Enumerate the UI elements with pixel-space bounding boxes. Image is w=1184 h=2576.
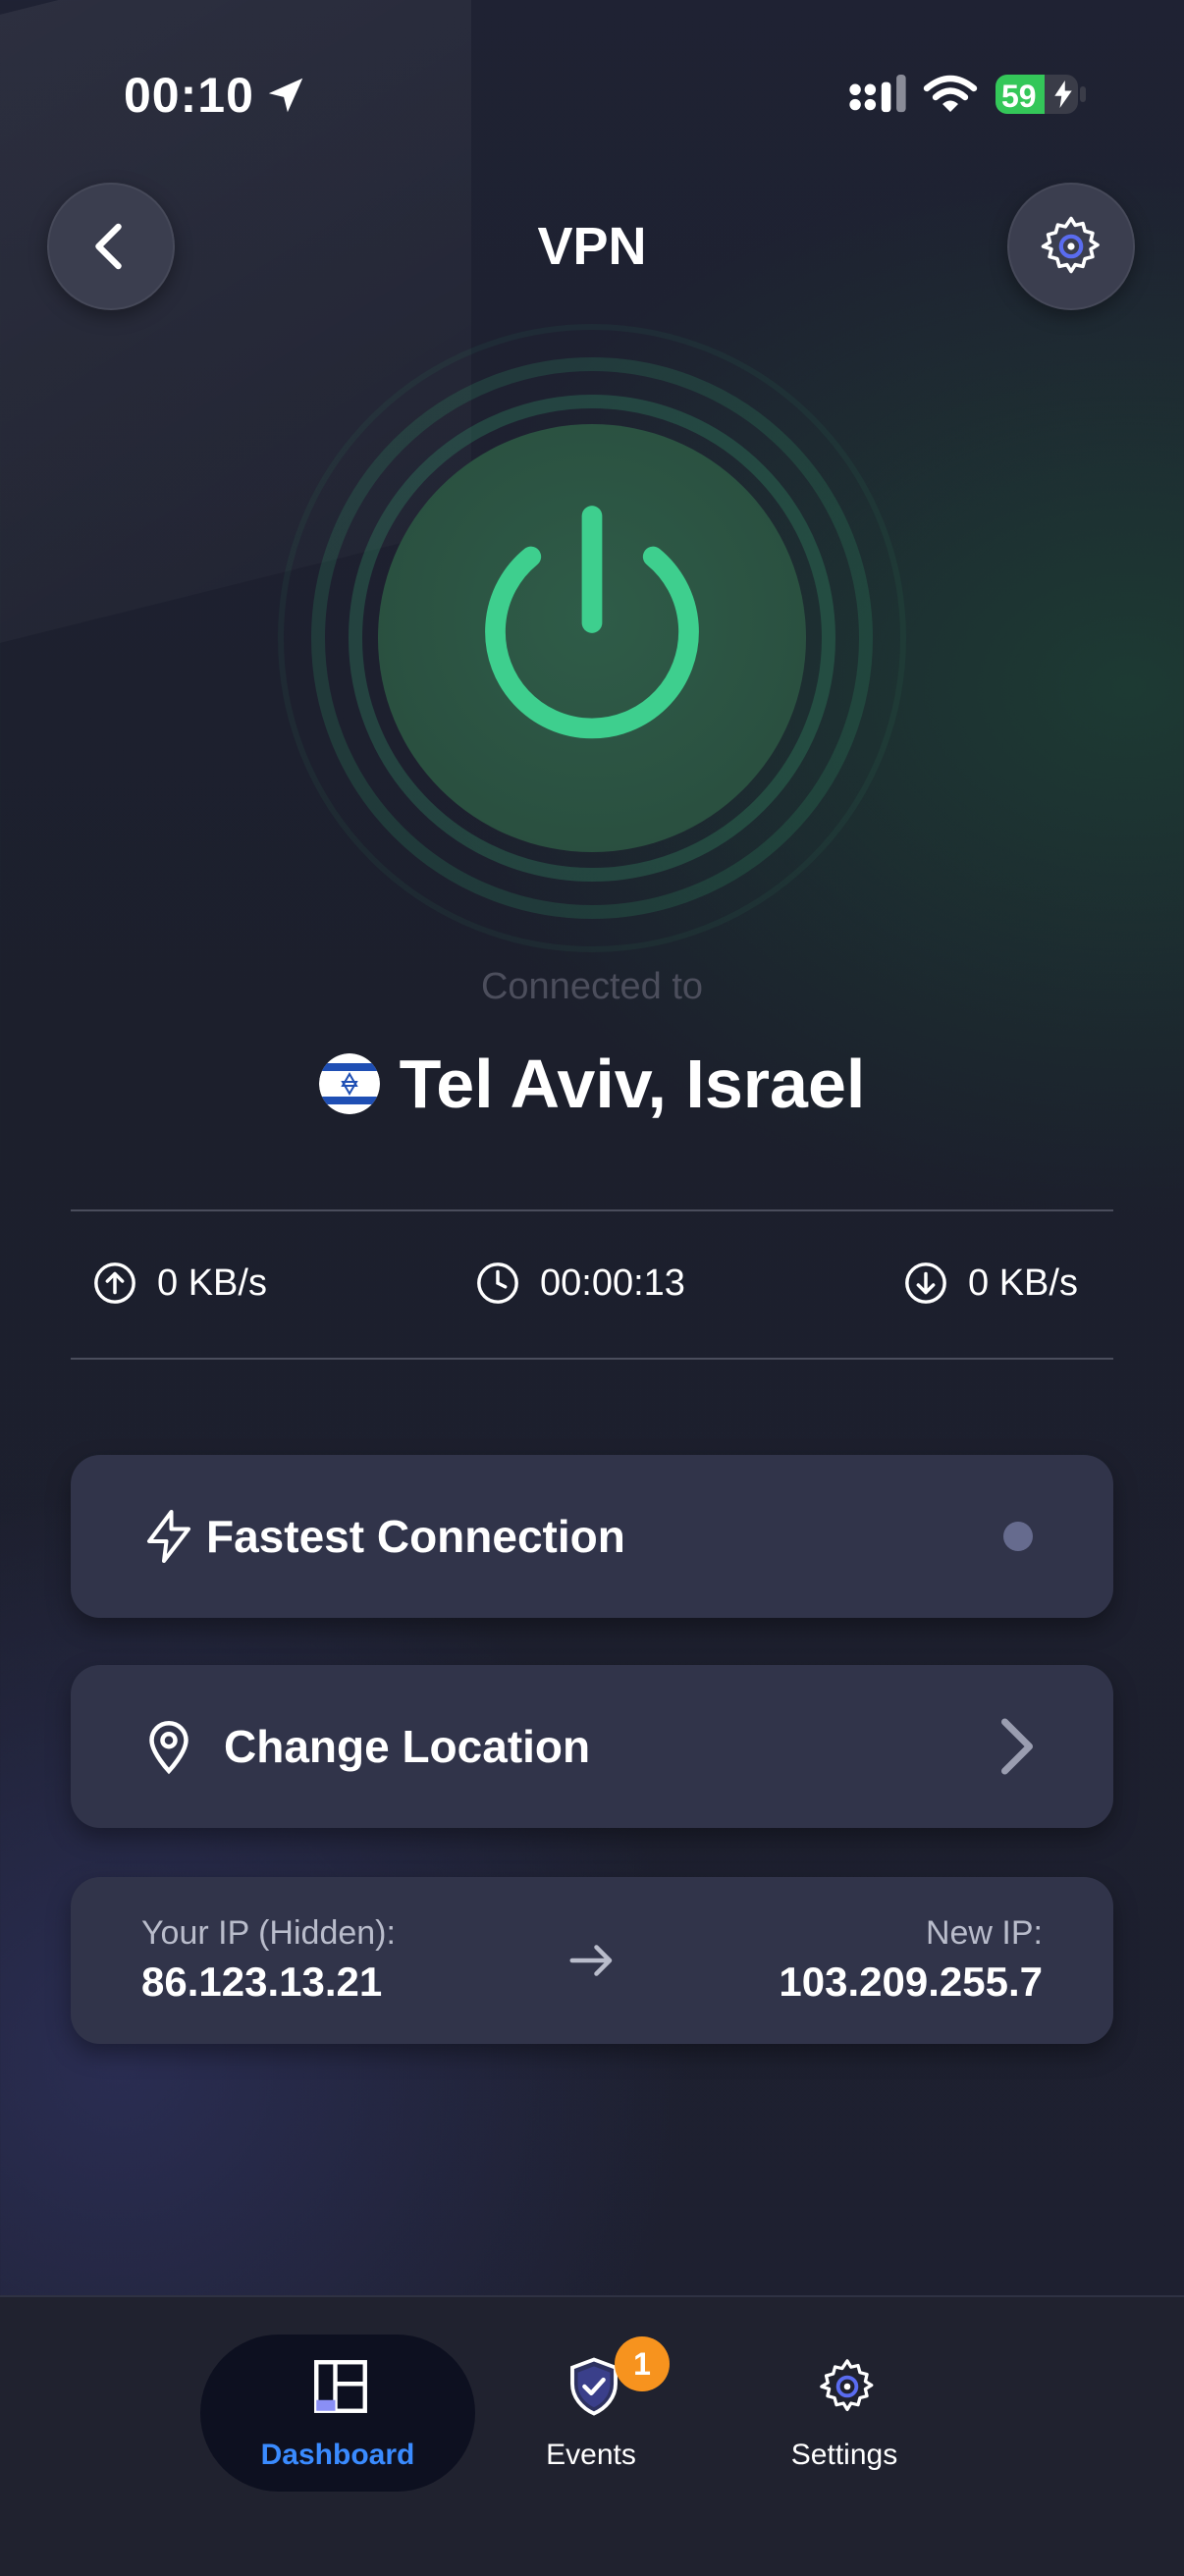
- upload-icon: [94, 1262, 135, 1304]
- fastest-connection-button[interactable]: Fastest Connection: [71, 1455, 1113, 1618]
- settings-gear-icon: [820, 2359, 874, 2412]
- nav-dashboard[interactable]: Dashboard: [200, 2334, 475, 2492]
- battery-level: 59: [1001, 79, 1037, 114]
- chevron-right-icon: [1001, 1718, 1033, 1775]
- vpn-settings-button[interactable]: [1007, 183, 1135, 310]
- change-location-button[interactable]: Change Location: [71, 1665, 1113, 1828]
- divider: [71, 1209, 1113, 1211]
- nav-settings[interactable]: Settings: [707, 2334, 982, 2492]
- signal-icon: [849, 75, 906, 113]
- current-location: Tel Aviv, Israel: [0, 1045, 1184, 1123]
- gear-icon: [1041, 216, 1100, 274]
- fastest-connection-label: Fastest Connection: [206, 1511, 625, 1562]
- change-location-label: Change Location: [224, 1721, 591, 1772]
- nav-settings-label: Settings: [790, 2439, 898, 2471]
- nav-dashboard-label: Dashboard: [260, 2439, 415, 2471]
- battery-icon: 59: [996, 75, 1078, 114]
- nav-events-label: Events: [546, 2439, 636, 2471]
- upload-speed-value: 0 KB/s: [157, 1261, 267, 1304]
- power-control: [278, 324, 906, 952]
- new-ip-label: New IP:: [925, 1914, 1043, 1952]
- current-ip-label: Your IP (Hidden):: [141, 1914, 396, 1952]
- new-ip: New IP: 103.209.255.7: [779, 1914, 1043, 2006]
- status-time: 00:10: [124, 68, 254, 123]
- status-bar: 00:10 59: [0, 0, 1184, 187]
- clock-icon: [477, 1262, 518, 1304]
- location-pin-icon: [149, 1721, 188, 1775]
- israel-flag-icon: [318, 1053, 380, 1114]
- power-button[interactable]: [378, 424, 806, 852]
- fastest-connection-toggle[interactable]: [1003, 1522, 1033, 1551]
- new-ip-value: 103.209.255.7: [779, 1959, 1043, 2005]
- connection-duration: 00:00:13: [475, 1261, 685, 1306]
- divider: [71, 1358, 1113, 1360]
- events-badge: 1: [615, 2336, 670, 2391]
- battery-nub: [1080, 86, 1086, 102]
- dashboard-icon: [314, 2360, 367, 2413]
- download-speed-value: 0 KB/s: [968, 1261, 1078, 1304]
- download-speed: 0 KB/s: [903, 1261, 1078, 1306]
- wifi-icon: [923, 75, 978, 112]
- upload-speed: 0 KB/s: [92, 1261, 267, 1306]
- connection-duration-value: 00:00:13: [540, 1261, 685, 1304]
- power-icon: [485, 506, 699, 739]
- current-ip-value: 86.123.13.21: [141, 1959, 383, 2005]
- connected-label: Connected to: [480, 966, 704, 1007]
- download-icon: [905, 1262, 946, 1304]
- bottom-nav: Dashboard 1 Events Settings: [0, 2295, 1184, 2576]
- current-ip: Your IP (Hidden): 86.123.13.21: [141, 1914, 396, 2006]
- arrow-right-icon: [569, 1945, 613, 1976]
- nav-events[interactable]: 1 Events: [454, 2334, 728, 2492]
- location-arrow-icon: [268, 78, 303, 113]
- location-name: Tel Aviv, Israel: [399, 1046, 866, 1122]
- ip-info-card: Your IP (Hidden): 86.123.13.21 New IP: 1…: [71, 1877, 1113, 2044]
- lightning-icon: [147, 1510, 190, 1563]
